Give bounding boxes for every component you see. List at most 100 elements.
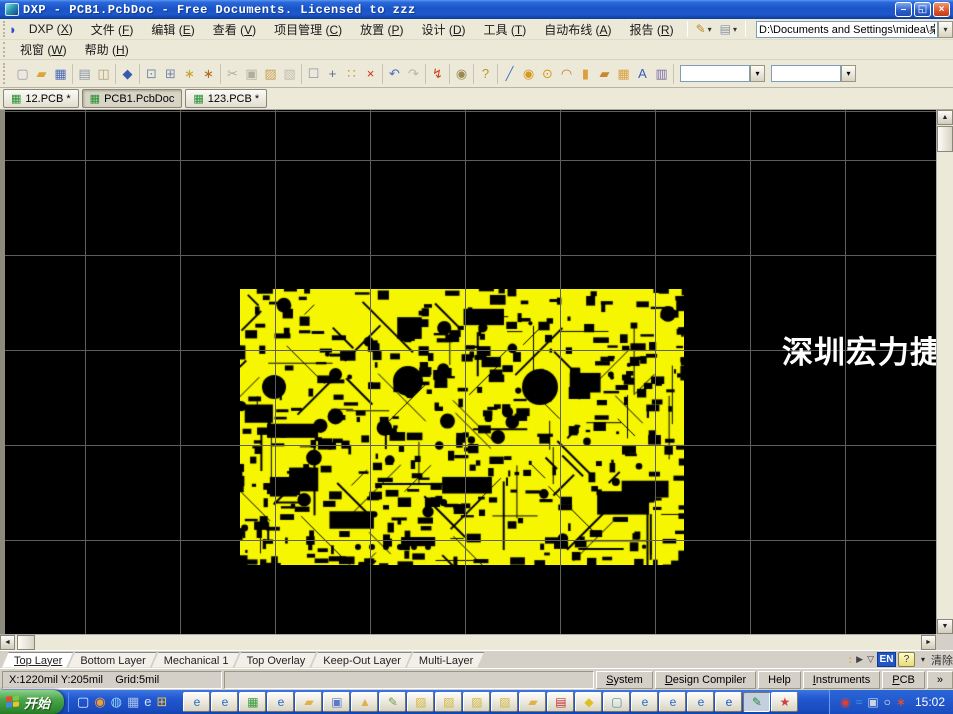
layer-tab-keep-out[interactable]: Keep-Out Layer bbox=[311, 652, 413, 668]
ie-window-button[interactable]: e bbox=[659, 692, 686, 712]
undo-icon[interactable]: ↶ bbox=[385, 64, 404, 84]
place-component-icon[interactable]: ▥ bbox=[652, 64, 671, 84]
ie-main-window-button[interactable]: e bbox=[715, 692, 742, 712]
panel-button-system[interactable]: System bbox=[596, 671, 653, 689]
clear-label[interactable]: 清除 bbox=[931, 652, 953, 668]
pcb-editor-canvas[interactable]: 深圳宏力捷 bbox=[0, 110, 936, 634]
place-pad-icon[interactable]: ◉ bbox=[519, 64, 538, 84]
print-preview-icon[interactable]: ◫ bbox=[94, 64, 113, 84]
horizontal-scrollbar[interactable]: ◄ ► bbox=[0, 634, 936, 650]
ime-bulb-icon[interactable]: ○ bbox=[884, 692, 891, 712]
component-combobox-dropdown[interactable]: ▾ bbox=[841, 65, 856, 82]
menu-file[interactable]: 文件 (F) bbox=[82, 19, 143, 40]
place-line-icon[interactable]: ╱ bbox=[500, 64, 519, 84]
scroll-right-button[interactable]: ► bbox=[921, 635, 936, 650]
net-combobox-value[interactable] bbox=[680, 65, 750, 82]
media-player-icon[interactable]: ◉ bbox=[94, 692, 105, 712]
path-dropdown-button[interactable]: ▾ bbox=[938, 21, 953, 38]
open-document-icon[interactable]: ▰ bbox=[32, 64, 51, 84]
layer-tab-mechanical-1[interactable]: Mechanical 1 bbox=[152, 652, 241, 668]
horizontal-scroll-thumb[interactable] bbox=[17, 635, 35, 650]
paste-special-icon[interactable]: ▧ bbox=[280, 64, 299, 84]
scroll-up-button[interactable]: ▲ bbox=[937, 110, 953, 125]
network-icon[interactable]: ▣ bbox=[867, 692, 878, 712]
browse-components-icon[interactable]: ◆ bbox=[118, 64, 137, 84]
scroll-down-button[interactable]: ▼ bbox=[937, 619, 953, 634]
volume-muted-icon[interactable]: ◉ bbox=[840, 692, 850, 712]
folder-up-window-button[interactable]: ▲ bbox=[351, 692, 378, 712]
dxp-menu-icon[interactable]: ◗ bbox=[9, 22, 17, 37]
panel-button-help[interactable]: Help bbox=[758, 671, 801, 689]
move-selection-icon[interactable]: + bbox=[323, 64, 342, 84]
select-area-icon[interactable]: ☐ bbox=[304, 64, 323, 84]
toolbar-grip[interactable] bbox=[3, 42, 8, 57]
menu-tools[interactable]: 工具 (T) bbox=[475, 19, 536, 40]
toolbar-grip[interactable] bbox=[3, 21, 6, 37]
zoom-marquee-icon[interactable]: ⊞ bbox=[161, 64, 180, 84]
ie-window-button[interactable]: e bbox=[183, 692, 210, 712]
component-combobox-value[interactable] bbox=[771, 65, 841, 82]
tool-window-button[interactable]: ▨ bbox=[463, 692, 490, 712]
vertical-scroll-thumb[interactable] bbox=[937, 126, 953, 152]
menu-help[interactable]: 帮助 (H) bbox=[76, 39, 138, 60]
start-button[interactable]: 开始 bbox=[0, 690, 64, 714]
net-combobox-dropdown[interactable]: ▾ bbox=[750, 65, 765, 82]
menu-design[interactable]: 设计 (D) bbox=[412, 19, 474, 40]
ie-window-button[interactable]: e bbox=[267, 692, 294, 712]
minimize-button[interactable]: – bbox=[895, 2, 912, 17]
colors-window-button[interactable]: ★ bbox=[771, 692, 798, 712]
menu-window[interactable]: 视窗 (W) bbox=[11, 39, 76, 60]
zoom-window-icon[interactable]: ⊡ bbox=[142, 64, 161, 84]
clear-filter-icon[interactable]: × bbox=[361, 64, 380, 84]
zoom-selected-icon[interactable]: ∗ bbox=[199, 64, 218, 84]
ie-window-button[interactable]: e bbox=[211, 692, 238, 712]
tool-window-button[interactable]: ▨ bbox=[407, 692, 434, 712]
scroll-left-button[interactable]: ◄ bbox=[0, 635, 15, 650]
doc-tab-12pcb[interactable]: ▦ 12.PCB * bbox=[3, 89, 79, 108]
menu-dxp[interactable]: DXP (X) bbox=[20, 20, 82, 38]
windows-icon[interactable]: ⊞ bbox=[157, 692, 168, 712]
new-document-icon[interactable]: ▢ bbox=[13, 64, 32, 84]
zoom-points-icon[interactable]: ∗ bbox=[180, 64, 199, 84]
place-string-icon[interactable]: A bbox=[633, 64, 652, 84]
doc-tab-123pcb[interactable]: ▦ 123.PCB * bbox=[185, 89, 267, 108]
place-arc-icon[interactable]: ◠ bbox=[557, 64, 576, 84]
toolbar-grip[interactable] bbox=[3, 63, 8, 85]
utility-tool-button[interactable]: ▤ ▾ bbox=[718, 20, 739, 38]
panel-button-design-compiler[interactable]: Design Compiler bbox=[655, 671, 756, 689]
menu-autoroute[interactable]: 自动布线 (A) bbox=[535, 19, 620, 40]
panel-button-pcb[interactable]: PCB bbox=[882, 671, 925, 689]
vertical-scrollbar[interactable]: ▲ ▼ bbox=[936, 110, 953, 634]
doc-tab-pcb1[interactable]: ▦ PCB1.PcbDoc bbox=[82, 89, 183, 108]
tool-window-button[interactable]: ▨ bbox=[435, 692, 462, 712]
expand-arrow-icon[interactable]: ▶ bbox=[855, 654, 864, 665]
pcb-copper-artwork[interactable] bbox=[240, 289, 684, 565]
interactive-routing-icon[interactable]: ↯ bbox=[428, 64, 447, 84]
place-array-icon[interactable]: ▦ bbox=[614, 64, 633, 84]
dropdown-outline-icon[interactable]: ▽ bbox=[866, 654, 875, 665]
redo-icon[interactable]: ↷ bbox=[404, 64, 423, 84]
dxp-pcb-window-button[interactable]: ✎ bbox=[743, 692, 770, 712]
paint-window-button[interactable]: ✎ bbox=[379, 692, 406, 712]
save-document-icon[interactable]: ▦ bbox=[51, 64, 70, 84]
cut-icon[interactable]: ✂ bbox=[223, 64, 242, 84]
arrange-components-icon[interactable]: ∷ bbox=[342, 64, 361, 84]
restore-button[interactable]: ◱ bbox=[914, 2, 931, 17]
panel-splitter[interactable] bbox=[0, 110, 5, 634]
find-similar-icon[interactable]: ◉ bbox=[452, 64, 471, 84]
messenger-icon[interactable]: ◍ bbox=[111, 692, 122, 712]
image-viewer-window-button[interactable]: ▣ bbox=[323, 692, 350, 712]
ie-window-button[interactable]: e bbox=[687, 692, 714, 712]
layer-tab-top-overlay[interactable]: Top Overlay bbox=[235, 652, 318, 668]
menu-place[interactable]: 放置 (P) bbox=[351, 19, 412, 40]
language-help-button[interactable]: ? bbox=[898, 652, 915, 667]
layer-tab-multi-layer[interactable]: Multi-Layer bbox=[407, 652, 485, 668]
panel-button-more[interactable]: » bbox=[927, 671, 953, 689]
menu-project[interactable]: 项目管理 (C) bbox=[265, 19, 351, 40]
help-icon[interactable]: ? bbox=[476, 64, 495, 84]
audio-wave-icon[interactable]: ≈ bbox=[856, 692, 863, 712]
folder-window-button[interactable]: ▰ bbox=[519, 692, 546, 712]
menu-edit[interactable]: 编辑 (E) bbox=[142, 19, 203, 40]
close-button[interactable]: × bbox=[933, 2, 950, 17]
ie-icon[interactable]: e bbox=[144, 692, 151, 712]
